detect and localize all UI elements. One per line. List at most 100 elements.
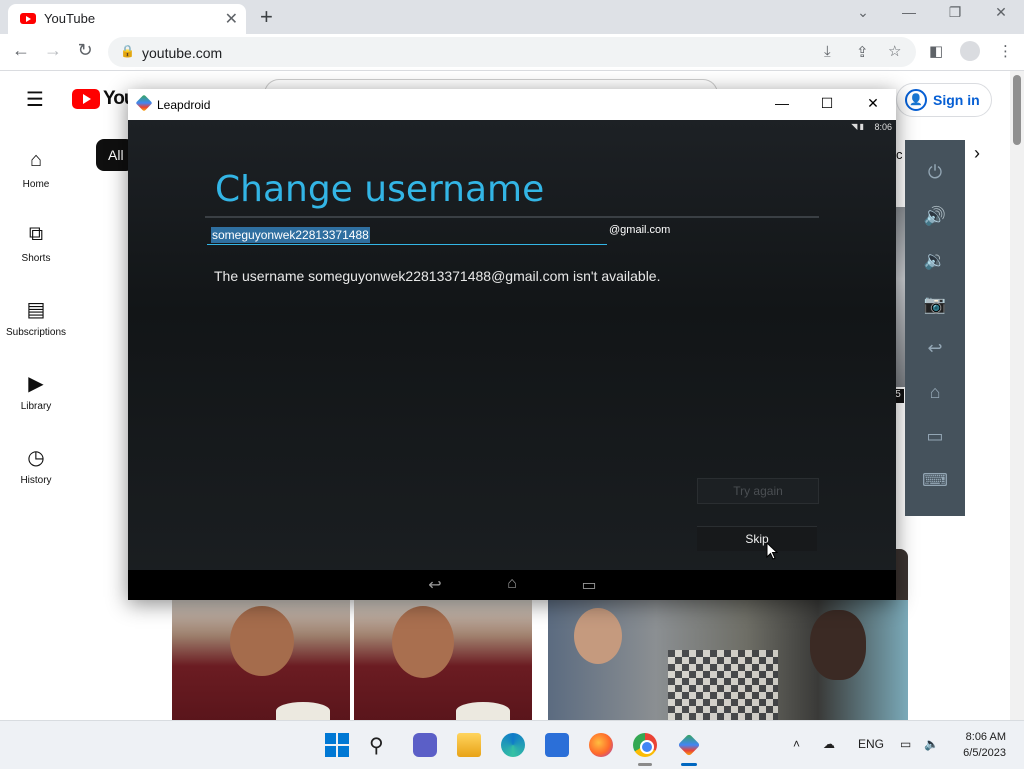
try-again-button[interactable]: Try again (697, 478, 819, 504)
taskbar-clock[interactable]: 8:06 AM 6/5/2023 (950, 729, 1006, 761)
minimize-button[interactable]: — (894, 4, 924, 20)
leapdroid-close-button[interactable]: ✕ (858, 95, 888, 112)
username-value[interactable]: someguyonwek22813371488 (211, 227, 370, 243)
firefox-icon[interactable] (589, 733, 613, 757)
shorts-icon: ⧉ (28, 223, 44, 245)
store-icon[interactable] (545, 733, 569, 757)
sidebar-item-label: History (20, 475, 52, 486)
scrollbar-thumb[interactable] (1013, 75, 1021, 145)
tab-title: YouTube (44, 11, 96, 26)
chrome-menu-icon[interactable]: ⋮ (998, 42, 1013, 60)
back-button[interactable]: ← (10, 40, 32, 61)
android-recent-apps-icon[interactable]: ▭ (569, 575, 609, 595)
url-text[interactable]: youtube.com (142, 45, 222, 61)
thumbnail-cup (456, 702, 510, 720)
windows-start-icon[interactable] (325, 733, 349, 757)
video-thumbnail[interactable] (548, 600, 908, 720)
address-bar[interactable]: 🔒 youtube.com ⤓ ⇪ ☆ (108, 37, 916, 67)
wifi-battery-icon: ◥ ▮ (851, 122, 864, 131)
sidebar-item-history[interactable]: ◷ History (0, 445, 72, 486)
forward-button[interactable]: → (42, 40, 64, 61)
power-icon[interactable]: ⏻ (905, 162, 965, 183)
chessboard-image (668, 650, 778, 720)
profile-avatar-icon[interactable] (960, 41, 980, 61)
file-explorer-icon[interactable] (457, 733, 481, 757)
android-home-icon[interactable]: ⌂ (492, 575, 532, 593)
bookmark-star-icon[interactable]: ☆ (888, 42, 901, 60)
back-icon[interactable]: ↩ (905, 338, 965, 359)
domain-suffix: @gmail.com (609, 224, 671, 236)
recent-apps-icon[interactable]: ▭ (905, 426, 965, 447)
restore-button[interactable]: ❐ (940, 4, 970, 21)
clock-time: 8:06 AM (965, 731, 1006, 743)
browser-toolbar: ← → ↻ 🔒 youtube.com ⤓ ⇪ ☆ ◧ ⋮ (0, 34, 1024, 71)
search-icon[interactable]: ⚲ (369, 733, 393, 757)
partial-chip[interactable]: c (896, 147, 903, 162)
browser-tab[interactable]: YouTube ✕ (8, 4, 246, 34)
home-icon: ⌂ (29, 149, 43, 171)
sidebar-item-home[interactable]: ⌂ Home (0, 149, 72, 190)
reload-button[interactable]: ↻ (74, 40, 96, 61)
android-screen: ◥ ▮ 8:06 Change username someguyonwek228… (128, 120, 896, 600)
sign-in-button[interactable]: 👤 Sign in (896, 83, 992, 117)
leapdroid-maximize-button[interactable]: ☐ (812, 95, 842, 112)
clock-date: 6/5/2023 (963, 747, 1006, 759)
keyboard-icon[interactable]: ⌨ (905, 470, 965, 491)
leapdroid-minimize-button[interactable]: — (767, 95, 797, 111)
error-message: The username someguyonwek22813371488@gma… (214, 268, 661, 284)
video-thumbnail-partial[interactable] (896, 549, 908, 601)
chevron-up-icon[interactable]: ˄ (793, 737, 800, 751)
cloud-sync-icon[interactable]: ☁ (823, 737, 835, 751)
video-thumbnail[interactable] (354, 600, 532, 720)
leapdroid-window: Leapdroid — ☐ ✕ ◥ ▮ 8:06 Change username… (128, 89, 896, 600)
close-window-button[interactable]: ✕ (986, 4, 1016, 21)
network-icon[interactable]: ▭ (900, 737, 911, 751)
volume-up-icon[interactable]: 🔊 (905, 206, 965, 227)
thumbnail-cup (276, 702, 330, 720)
leapdroid-logo-icon (135, 94, 153, 112)
subscriptions-icon: ▤ (26, 299, 46, 321)
android-back-icon[interactable]: ↩ (415, 575, 455, 595)
thumbnail-face (392, 606, 454, 678)
tab-search-icon[interactable]: ⌄ (848, 4, 878, 21)
tab-close-icon[interactable]: ✕ (225, 9, 238, 29)
leapdroid-title-bar[interactable]: Leapdroid — ☐ ✕ (128, 89, 896, 120)
sidebar-item-label: Library (20, 401, 52, 412)
chrome-icon[interactable] (633, 733, 657, 757)
page-title: Change username (215, 169, 545, 210)
running-indicator (638, 763, 652, 766)
sidebar-item-shorts[interactable]: ⧉ Shorts (0, 223, 72, 264)
sidebar-item-subscriptions[interactable]: ▤ Subscriptions (0, 297, 72, 338)
sidebar-item-library[interactable]: ▶ Library (0, 371, 72, 412)
teams-icon[interactable] (413, 733, 437, 757)
volume-down-icon[interactable]: 🔉 (905, 250, 965, 271)
skip-button[interactable]: Skip (697, 526, 817, 551)
page-scrollbar[interactable] (1010, 71, 1024, 720)
home-icon[interactable]: ⌂ (905, 382, 965, 403)
browser-tab-bar: YouTube ✕ + ⌄ — ❐ ✕ (0, 0, 1024, 34)
history-icon: ◷ (27, 447, 45, 469)
new-tab-button[interactable]: + (260, 4, 273, 30)
leapdroid-icon[interactable] (677, 733, 701, 757)
thumbnail-face (810, 610, 866, 680)
library-icon: ▶ (28, 373, 44, 395)
language-indicator[interactable]: ENG (858, 737, 884, 751)
username-input[interactable]: someguyonwek22813371488 (207, 226, 607, 245)
play-triangle-icon (83, 94, 91, 104)
leapdroid-window-title: Leapdroid (157, 98, 211, 112)
video-thumbnail[interactable] (172, 600, 350, 720)
share-icon[interactable]: ⇪ (856, 43, 869, 61)
chips-next-chevron-icon[interactable]: › (974, 143, 980, 164)
android-navigation-bar: ↩ ⌂ ▭ (128, 570, 896, 600)
thumbnail-face (574, 608, 622, 664)
volume-icon[interactable]: 🔈 (924, 737, 939, 751)
camera-icon[interactable]: 📷 (905, 294, 965, 315)
lock-icon[interactable]: 🔒 (120, 44, 135, 58)
heading-divider (205, 216, 819, 218)
side-panel-icon[interactable]: ◧ (929, 42, 943, 60)
hamburger-menu-icon[interactable]: ☰ (26, 87, 44, 112)
install-app-icon[interactable]: ⤓ (824, 43, 831, 60)
edge-icon[interactable] (501, 733, 525, 757)
sign-in-label: Sign in (933, 92, 980, 108)
chip-all-label: All (108, 147, 124, 163)
